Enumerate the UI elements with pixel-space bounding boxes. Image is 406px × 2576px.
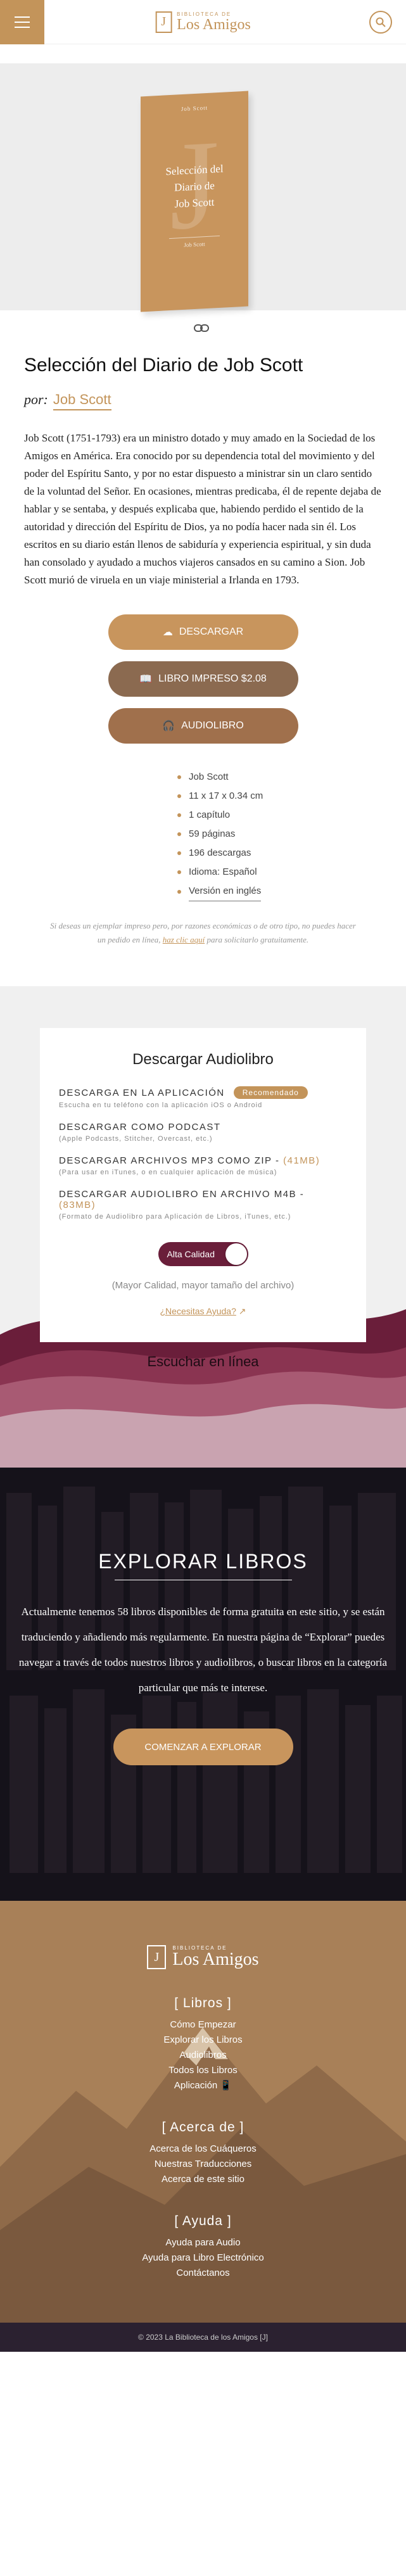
- cover-section: Job Scott J Selección del Diario de Job …: [0, 63, 406, 332]
- audio-card: Descargar Audiolibro Descarga en la apli…: [40, 1028, 366, 1342]
- menu-button[interactable]: [0, 0, 44, 44]
- site-logo[interactable]: J Biblioteca de Los Amigos: [155, 11, 251, 33]
- author-label: por:: [24, 391, 48, 407]
- site-header: J Biblioteca de Los Amigos: [0, 0, 406, 44]
- footer-link-app[interactable]: Aplicación 📱: [0, 2078, 406, 2093]
- footer-help-heading: [ Ayuda ]: [174, 2214, 232, 2228]
- option-m4b[interactable]: Descargar audiolibro en archivo M4B - (83…: [59, 1189, 347, 1221]
- explore-text: Actualmente tenemos 58 libros disponible…: [18, 1606, 388, 1694]
- external-link-icon: ↗: [238, 1306, 246, 1316]
- detail-pages: 59 páginas: [177, 825, 382, 844]
- audiobook-button[interactable]: 🎧 Audiolibro: [108, 708, 298, 744]
- footer-link-contact[interactable]: Contáctanos: [0, 2266, 406, 2281]
- footer-books-heading: [ Libros ]: [174, 1996, 232, 2010]
- hamburger-icon: [15, 16, 30, 18]
- footer-link-audio-help[interactable]: Ayuda para Audio: [0, 2235, 406, 2250]
- detail-chapters: 1 capítulo: [177, 806, 382, 825]
- link-icon[interactable]: [194, 322, 209, 336]
- site-footer: J Biblioteca de Los Amigos [ Libros ] Có…: [0, 1901, 406, 2352]
- cover-title: Selección del Diario de Job Scott: [165, 162, 224, 210]
- logo-mark-icon: J: [155, 11, 172, 33]
- explore-heading: Explorar Libros: [98, 1550, 308, 1573]
- cloud-icon: ☁: [162, 627, 173, 638]
- headphones-icon: 🎧: [162, 721, 175, 732]
- footer-link-about-site[interactable]: Acerca de este sitio: [0, 2172, 406, 2187]
- option-podcast[interactable]: Descargar como podcast (Apple Podcasts, …: [59, 1122, 347, 1143]
- footer-link-all-books[interactable]: Todos los Libros: [0, 2063, 406, 2078]
- download-button[interactable]: ☁ Descargar: [108, 614, 298, 650]
- footer-link-audiobooks[interactable]: Audiolibros: [0, 2048, 406, 2063]
- quality-toggle[interactable]: Alta Calidad: [158, 1242, 248, 1266]
- book-description: Job Scott (1751-1793) era un ministro do…: [24, 432, 381, 586]
- explore-section: Explorar Libros Actualmente tenemos 58 l…: [0, 1468, 406, 1901]
- book-cover: Job Scott J Selección del Diario de Job …: [141, 91, 248, 312]
- copyright: © 2023 La Biblioteca de los Amigos [J]: [0, 2323, 406, 2352]
- author-line: por: Job Scott: [24, 391, 382, 410]
- search-button[interactable]: [369, 10, 392, 34]
- page-title: Selección del Diario de Job Scott: [24, 355, 303, 376]
- detail-author: Job Scott: [177, 768, 382, 787]
- listen-online[interactable]: Escuchar en línea: [0, 1354, 406, 1370]
- audio-section: Descargar Audiolibro Descarga en la apli…: [0, 986, 406, 1468]
- option-mp3-zip[interactable]: Descargar archivos MP3 como ZIP - (41MB)…: [59, 1155, 347, 1176]
- footer-link-translations[interactable]: Nuestras Traducciones: [0, 2157, 406, 2172]
- detail-size: 11 x 17 x 0.34 cm: [177, 787, 382, 806]
- footer-link-quakers[interactable]: Acerca de los Cuáqueros: [0, 2141, 406, 2157]
- explore-button[interactable]: Comenzar a explorar: [113, 1729, 293, 1765]
- book-details: Job Scott 11 x 17 x 0.34 cm 1 capítulo 5…: [177, 768, 382, 901]
- footer-logo-mark-icon: J: [147, 1945, 167, 1969]
- footer-about-heading: [ Acerca de ]: [162, 2120, 244, 2135]
- request-link[interactable]: haz clic aquí: [163, 935, 205, 944]
- print-book-button[interactable]: 📖 Libro Impreso $2.08: [108, 661, 298, 697]
- book-main: Selección del Diario de Job Scott por: J…: [0, 355, 406, 947]
- toggle-knob: [225, 1243, 247, 1265]
- option-app[interactable]: Descarga en la aplicación Recomendado Esc…: [59, 1086, 347, 1109]
- footer-logo[interactable]: J Biblioteca de Los Amigos: [147, 1945, 259, 1969]
- footer-link-ebook-help[interactable]: Ayuda para Libro Electrónico: [0, 2250, 406, 2266]
- footer-link-start[interactable]: Cómo Empezar: [0, 2017, 406, 2033]
- quality-note: (Mayor Calidad, mayor tamaño del archivo…: [111, 1280, 295, 1291]
- action-buttons: ☁ Descargar 📖 Libro Impreso $2.08 🎧 Audi…: [24, 614, 382, 744]
- english-version-link[interactable]: Versión en inglés: [177, 882, 382, 901]
- footer-link-explore[interactable]: Explorar los Libros: [0, 2033, 406, 2048]
- book-icon: 📖: [139, 674, 153, 685]
- cover-author: Job Scott: [181, 104, 208, 113]
- help-link[interactable]: ¿Necesitas Ayuda? ↗: [59, 1306, 347, 1317]
- search-icon: [376, 17, 386, 27]
- logo-big-text: Los Amigos: [177, 16, 251, 33]
- author-link[interactable]: Job Scott: [53, 391, 111, 410]
- detail-language: Idioma: Español: [177, 863, 382, 882]
- print-request-note: Si deseas un ejemplar impreso pero, por …: [50, 921, 356, 944]
- recommended-badge: Recomendado: [233, 1086, 308, 1099]
- detail-downloads: 196 descargas: [177, 844, 382, 863]
- audio-heading: Descargar Audiolibro: [132, 1051, 274, 1068]
